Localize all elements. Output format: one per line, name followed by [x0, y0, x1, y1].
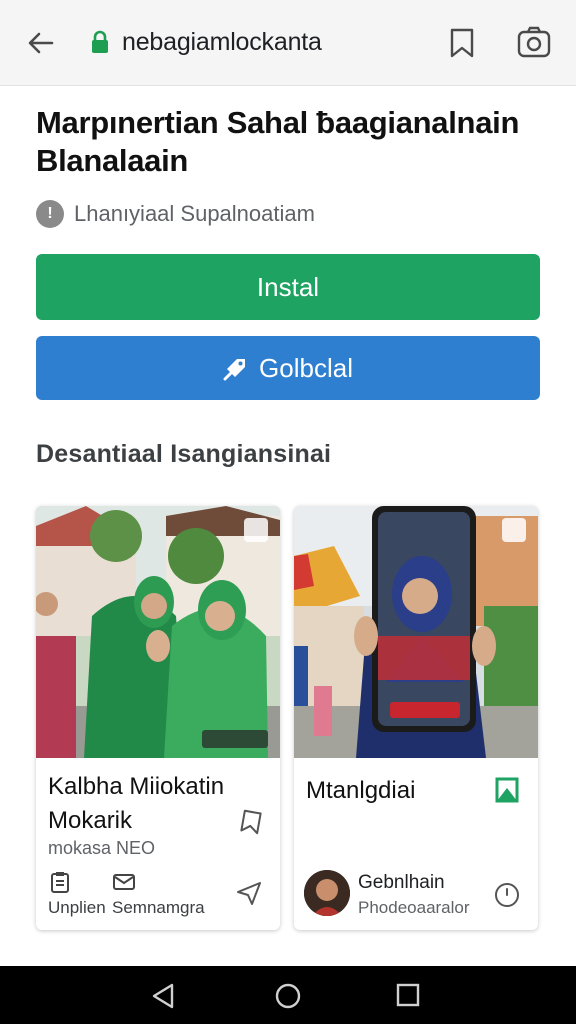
- author-name[interactable]: Gebnlhain: [358, 872, 445, 894]
- clock-icon[interactable]: [494, 882, 520, 908]
- page-title: Marpınertian Sahal ƀaagianalnain Blanala…: [36, 105, 520, 178]
- expand-icon[interactable]: [502, 518, 526, 542]
- green-flag-icon[interactable]: [494, 776, 520, 804]
- clipboard-icon: [51, 872, 69, 893]
- card-action-message[interactable]: Semnamgra: [112, 870, 205, 918]
- card-subtitle: mokasa NEO: [48, 838, 156, 858]
- avatar[interactable]: [304, 870, 350, 916]
- card-title[interactable]: Kalbha Miiokatin Mokarik: [48, 770, 248, 838]
- expand-icon[interactable]: [244, 518, 268, 542]
- browser-url-bar: nebagiamlockanta: [0, 0, 576, 86]
- system-nav-bar: [0, 966, 576, 1024]
- meta-text: Lhanıyiaal Supalnoatiam: [74, 201, 315, 226]
- download-button[interactable]: Golbclal: [36, 336, 540, 400]
- card-action-clipboard[interactable]: Unplien: [48, 870, 106, 918]
- lock-icon: [92, 30, 108, 53]
- share-icon[interactable]: [236, 880, 262, 906]
- camera-icon[interactable]: [516, 24, 552, 60]
- message-icon: [113, 874, 135, 890]
- nav-recents-icon[interactable]: [396, 983, 420, 1007]
- article-card[interactable]: Mtanlgdiai Gebnlhain Phodeoaaralor: [294, 506, 538, 930]
- download-button-label: Golbclal: [259, 352, 353, 383]
- install-button-label: Instal: [256, 271, 320, 302]
- bookmark-icon[interactable]: [238, 808, 264, 836]
- article-meta: ! Lhanıyiaal Supalnoatiam: [36, 200, 315, 228]
- url-text[interactable]: nebagiamlockanta: [122, 28, 322, 57]
- nav-back-icon[interactable]: [150, 982, 176, 1010]
- section-heading: Desantiaal Isangiansinai: [36, 440, 332, 468]
- card-title[interactable]: Mtanlgdiai: [306, 774, 486, 808]
- bookmark-icon[interactable]: [446, 26, 478, 60]
- card-photo[interactable]: [294, 506, 538, 758]
- action-label: Unplien: [48, 898, 106, 917]
- install-button[interactable]: Instal: [36, 254, 540, 320]
- back-arrow-icon[interactable]: [24, 26, 58, 60]
- info-icon: !: [36, 200, 64, 228]
- tag-arrow-icon: [223, 359, 246, 381]
- article-card[interactable]: Kalbha Miiokatin Mokarik mokasa NEO Unpl…: [36, 506, 280, 930]
- card-photo[interactable]: [36, 506, 280, 758]
- nav-home-icon[interactable]: [274, 982, 302, 1010]
- author-role: Phodeoaaralor: [358, 898, 470, 917]
- action-label: Semnamgra: [112, 898, 205, 917]
